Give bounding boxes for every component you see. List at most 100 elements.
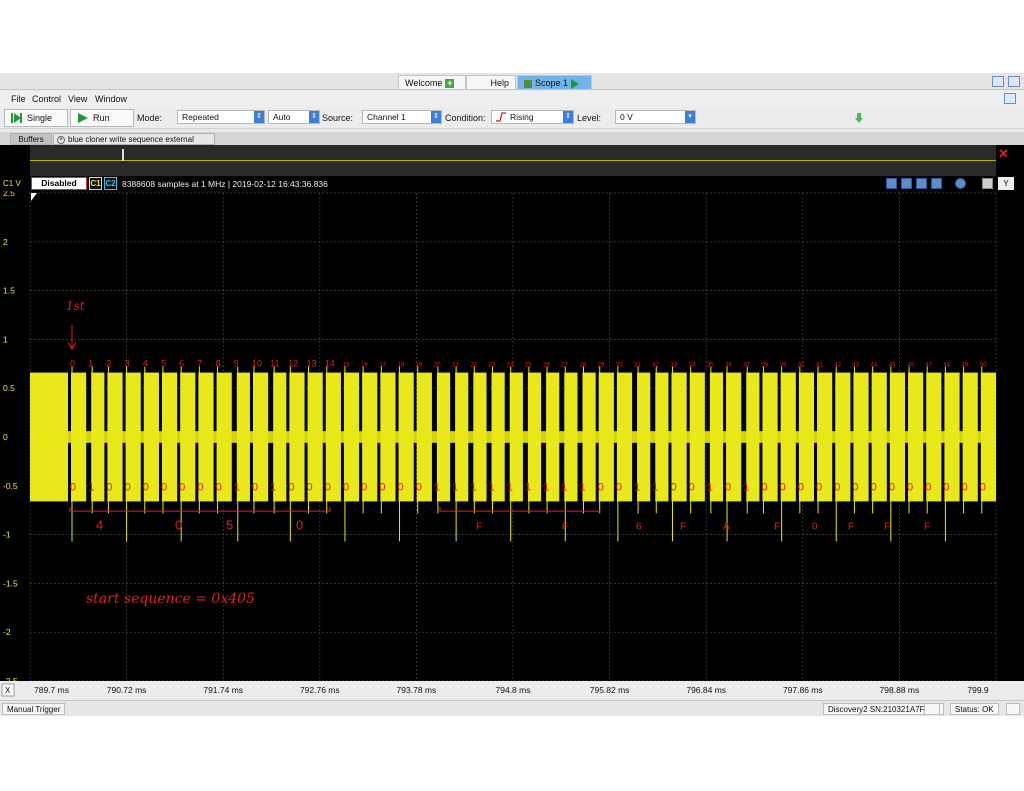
condition-select[interactable]: Rising ⇕ — [491, 110, 574, 124]
disabled-button[interactable]: Disabled — [31, 177, 87, 190]
x-tick-label: 791.74 ms — [203, 685, 243, 695]
source-select[interactable]: Channel 1 ⇕ — [362, 110, 442, 124]
channel-2-button[interactable]: C2 — [104, 177, 117, 190]
add-icon[interactable]: + — [445, 79, 455, 88]
tab-scope-1[interactable]: Scope 1 — [517, 75, 592, 102]
annotation-bit-value: 0 — [143, 482, 149, 494]
single-button[interactable]: Single — [4, 109, 68, 127]
annotation-bit-index: 16 — [361, 363, 368, 369]
window-tab-bar: Welcome + Help Scope 1 — [0, 73, 1024, 102]
y-tick-label: -1.5 — [3, 578, 18, 588]
y-tick-label: 2 — [3, 237, 8, 247]
chevron-down-icon: ▾ — [685, 111, 695, 123]
annotation-bit-value: 0 — [252, 482, 258, 494]
overview-trace — [30, 160, 996, 161]
overview-cursor[interactable] — [122, 149, 124, 161]
annotation-brace — [69, 507, 600, 512]
restore-window-icon[interactable] — [1008, 76, 1020, 87]
auto-select[interactable]: Auto ⇕ — [268, 110, 320, 124]
annotation-bit-value: 0 — [980, 482, 986, 494]
settings-icon[interactable] — [1006, 703, 1020, 715]
menu-window[interactable]: Window — [95, 94, 127, 104]
annotation-bit-value: 0 — [416, 482, 422, 494]
annotation-bit-index: 20 — [434, 363, 441, 369]
y-axis-button[interactable]: Y — [998, 177, 1014, 190]
annotation-bit-index: 50 — [980, 363, 987, 369]
y-tick-label: -0.5 — [3, 481, 18, 491]
single-label: Single — [27, 113, 53, 123]
gear-icon[interactable] — [982, 178, 993, 189]
annotation-first-mark: 1st — [66, 299, 85, 313]
annotation-bit-index: 38 — [761, 363, 768, 369]
waveform-plot[interactable]: 2.521.510.50-0.5-1-1.5-2-2.5X789.7 ms790… — [0, 188, 1024, 699]
menu-file[interactable]: File — [11, 94, 26, 104]
level-value: 0 V — [620, 112, 633, 122]
menu-control[interactable]: Control — [32, 94, 61, 104]
y-tick-label: -1 — [3, 530, 11, 540]
capture-tab[interactable]: × blue cloner write sequence external an… — [53, 133, 215, 156]
tab-welcome[interactable]: Welcome + — [398, 75, 466, 89]
annotation-bit-value: 0 — [871, 482, 877, 494]
menu-view[interactable]: View — [68, 94, 87, 104]
x-tick-label: 790.72 ms — [107, 685, 147, 695]
y-tick-label: -2 — [3, 627, 11, 637]
annotation-bit-value: 1 — [707, 482, 713, 494]
align-center-icon[interactable] — [916, 178, 927, 189]
align-left-icon[interactable] — [901, 178, 912, 189]
close-icon[interactable]: × — [57, 136, 65, 144]
restore-panel-icon[interactable] — [1004, 93, 1016, 104]
waveform-svg[interactable]: 2.521.510.50-0.5-1-1.5-2-2.5X789.7 ms790… — [0, 188, 1024, 699]
play-icon[interactable] — [571, 78, 580, 89]
tile-windows-icon[interactable] — [992, 76, 1004, 87]
level-input[interactable]: 0 V ▾ — [615, 110, 696, 124]
annotation-bit-index: 48 — [943, 363, 950, 369]
annotation-bit-value: 0 — [816, 482, 822, 494]
buffers-tab[interactable]: Buffers — [10, 133, 52, 145]
annotation-bit-index: 24 — [507, 363, 514, 369]
annotation-nibble: F — [884, 522, 890, 533]
close-icon[interactable]: ✕ — [998, 146, 1009, 162]
annotation-bit-value: 0 — [616, 482, 622, 494]
annotation-nibble: 5 — [226, 518, 233, 533]
annotation-bit-index: 15 — [343, 363, 350, 369]
annotation-bit-index: 41 — [816, 363, 823, 369]
annotation-bit-value: 1 — [652, 482, 658, 494]
annotation-bit-value: 1 — [489, 482, 495, 494]
zoom-area-icon[interactable] — [886, 178, 897, 189]
annotation-bit-index: 37 — [743, 363, 750, 369]
chevron-down-icon: ⇕ — [431, 111, 441, 123]
annotation-bit-value: 0 — [106, 482, 112, 494]
run-button[interactable]: Run — [70, 109, 134, 127]
device-icon[interactable] — [924, 703, 940, 715]
magnifier-icon[interactable] — [955, 178, 966, 189]
channel-unit-label: C1 V — [3, 179, 21, 188]
tab-help[interactable]: Help — [466, 75, 516, 89]
annotation-bit-value: 1 — [234, 482, 240, 494]
annotation-bit-value: 0 — [70, 482, 76, 494]
overview-strip[interactable] — [30, 145, 996, 176]
annotation-bit-value: 0 — [343, 482, 349, 494]
annotation-bit-index: 30 — [616, 363, 623, 369]
annotation-nibble: 4 — [96, 518, 103, 533]
annotation-bit-index: 13 — [307, 359, 317, 369]
channel-1-button[interactable]: C1 — [89, 177, 102, 190]
annotation-bit-value: 0 — [216, 482, 222, 494]
annotation-bit-value: 0 — [398, 482, 404, 494]
annotation-bit-index: 42 — [834, 363, 841, 369]
tab-scope-label: Scope 1 — [535, 78, 569, 88]
annotation-bit-value: 1 — [561, 482, 567, 494]
annotation-nibble: F — [562, 522, 568, 533]
annotation-bit-value: 0 — [179, 482, 185, 494]
annotation-nibble: F — [680, 522, 686, 533]
annotation-bit-value: 0 — [197, 482, 203, 494]
arrow-down-icon[interactable] — [855, 113, 863, 123]
annotation-bit-index: 40 — [798, 363, 805, 369]
condition-value: Rising — [510, 112, 534, 122]
mode-select[interactable]: Repeated ⇕ — [177, 110, 265, 124]
annotation-bit-value: 1 — [470, 482, 476, 494]
manual-trigger-button[interactable]: Manual Trigger — [2, 703, 66, 715]
annotation-bit-value: 0 — [834, 482, 840, 494]
annotation-bit-index: 44 — [871, 363, 878, 369]
align-right-icon[interactable] — [931, 178, 942, 189]
annotation-bit-value: 1 — [434, 482, 440, 494]
